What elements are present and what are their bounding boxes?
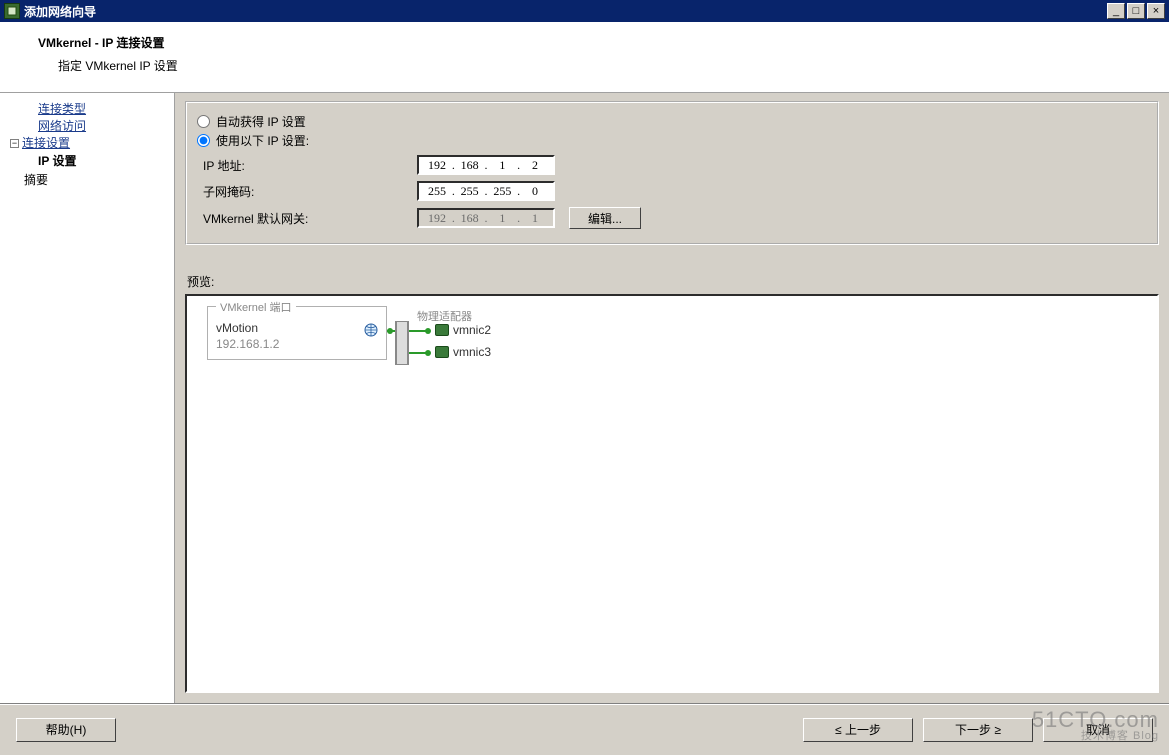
preview-label: 预览: <box>187 273 1159 290</box>
portgroup-legend: VMkernel 端口 <box>216 299 296 315</box>
nic-icon <box>435 346 449 358</box>
nic-icon <box>435 324 449 336</box>
app-icon <box>4 3 20 19</box>
page-subtitle: 指定 VMkernel IP 设置 <box>58 57 1149 74</box>
minimize-button[interactable]: _ <box>1107 3 1125 19</box>
network-diagram: VMkernel 端口 vMotion 192.168.1.2 物理适配器 <box>207 306 567 360</box>
wizard-steps-sidebar: 连接类型 网络访问 − 连接设置 IP 设置 摘要 <box>0 93 175 703</box>
physical-adapters-label: 物理适配器 <box>417 308 472 324</box>
globe-icon <box>364 323 378 340</box>
step-summary: 摘要 <box>24 171 164 188</box>
cancel-button[interactable]: 取消 <box>1043 718 1153 742</box>
radio-auto-ip-label: 自动获得 IP 设置 <box>216 113 306 130</box>
portgroup-ip: 192.168.1.2 <box>216 337 378 351</box>
close-button[interactable]: × <box>1147 3 1165 19</box>
nic-name: vmnic3 <box>453 345 491 359</box>
portgroup-box: VMkernel 端口 vMotion 192.168.1.2 <box>207 306 387 360</box>
physical-nic: vmnic2 <box>435 323 491 337</box>
wizard-footer: 帮助(H) ≤ 上一步 下一步 ≥ 取消 <box>0 703 1169 755</box>
default-gateway-field: 192. 168. 1. 1 <box>417 208 555 228</box>
default-gateway-label: VMkernel 默认网关: <box>197 210 417 227</box>
radio-manual-ip-input[interactable] <box>197 134 210 147</box>
step-network-access[interactable]: 网络访问 <box>38 118 164 135</box>
portgroup-name: vMotion <box>216 321 378 335</box>
radio-manual-ip-label: 使用以下 IP 设置: <box>216 132 309 149</box>
subnet-mask-label: 子网掩码: <box>197 183 417 200</box>
window-title: 添加网络向导 <box>24 3 1107 20</box>
help-button[interactable]: 帮助(H) <box>16 718 116 742</box>
connector-dot <box>425 350 431 356</box>
maximize-button[interactable]: □ <box>1127 3 1145 19</box>
connector-line <box>387 330 395 332</box>
preview-panel: VMkernel 端口 vMotion 192.168.1.2 物理适配器 <box>185 294 1159 693</box>
radio-auto-ip-input[interactable] <box>197 115 210 128</box>
page-title: VMkernel - IP 连接设置 <box>38 34 1149 51</box>
subnet-mask-field[interactable]: 255. 255. 255. 0 <box>417 181 555 201</box>
title-bar: 添加网络向导 _ □ × <box>0 0 1169 22</box>
radio-manual-ip[interactable]: 使用以下 IP 设置: <box>197 132 1147 149</box>
radio-auto-ip[interactable]: 自动获得 IP 设置 <box>197 113 1147 130</box>
step-ip-settings: IP 设置 <box>38 152 164 169</box>
ip-settings-group: 自动获得 IP 设置 使用以下 IP 设置: IP 地址: 192. 168. … <box>185 101 1159 245</box>
back-button[interactable]: ≤ 上一步 <box>803 718 913 742</box>
vswitch-icon <box>395 321 409 365</box>
nic-name: vmnic2 <box>453 323 491 337</box>
step-connection-settings[interactable]: 连接设置 <box>22 135 70 152</box>
connector-dot <box>425 328 431 334</box>
physical-nic: vmnic3 <box>435 345 491 359</box>
ip-address-label: IP 地址: <box>197 157 417 174</box>
tree-expander-icon[interactable]: − <box>10 139 19 148</box>
wizard-header: VMkernel - IP 连接设置 指定 VMkernel IP 设置 <box>0 22 1169 93</box>
edit-gateway-button[interactable]: 编辑... <box>569 207 641 229</box>
step-connection-type[interactable]: 连接类型 <box>38 101 164 118</box>
ip-address-field[interactable]: 192. 168. 1. 2 <box>417 155 555 175</box>
next-button[interactable]: 下一步 ≥ <box>923 718 1033 742</box>
